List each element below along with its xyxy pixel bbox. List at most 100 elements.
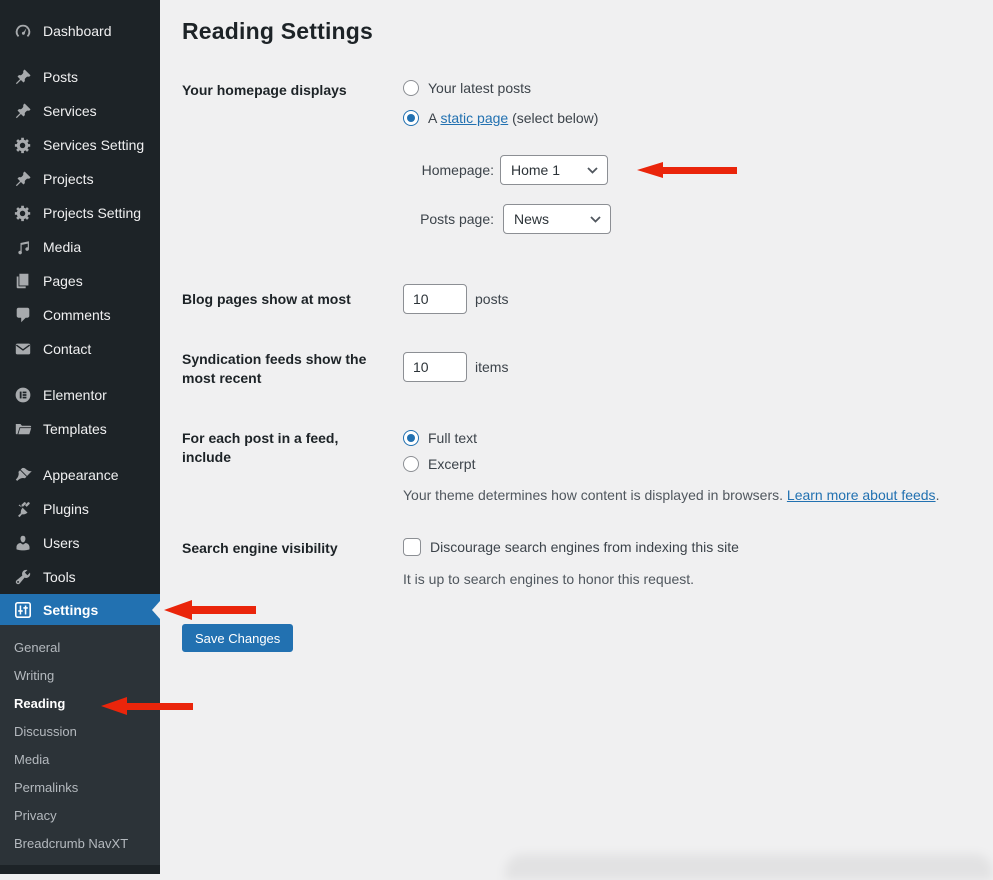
sidebar-item-label: Dashboard xyxy=(43,23,112,39)
feed-note-text: Your theme determines how content is dis… xyxy=(403,487,787,503)
sidebar-item-label: Tools xyxy=(43,569,76,585)
radio-circle-checked[interactable] xyxy=(403,430,419,446)
sidebar-item-label: Posts xyxy=(43,69,78,85)
radio-latest-label[interactable]: Your latest posts xyxy=(428,80,531,96)
radio-full-text[interactable]: Full text xyxy=(403,430,477,446)
radio-excerpt-label[interactable]: Excerpt xyxy=(428,456,475,472)
feed-note: Your theme determines how content is dis… xyxy=(403,487,963,503)
page-title: Reading Settings xyxy=(182,18,373,45)
sidebar-item-elementor[interactable]: Elementor xyxy=(0,378,160,412)
radio-full-label[interactable]: Full text xyxy=(428,430,477,446)
sidebar-item-posts[interactable]: Posts xyxy=(0,60,160,94)
discourage-checkbox[interactable] xyxy=(403,538,421,556)
sidebar-item-label: Services Setting xyxy=(43,137,144,153)
settings-content: Reading Settings Your homepage displays … xyxy=(160,0,993,874)
sidebar-item-label: Plugins xyxy=(43,501,89,517)
bottom-shadow xyxy=(505,854,993,880)
sidebar-item-label: Pages xyxy=(43,273,83,289)
submenu-item-general[interactable]: General xyxy=(0,634,160,662)
sidebar-item-label: Templates xyxy=(43,421,107,437)
pin-icon xyxy=(14,68,32,86)
sidebar-item-contact[interactable]: Contact xyxy=(0,332,160,366)
save-changes-button[interactable]: Save Changes xyxy=(182,624,293,652)
static-suffix: (select below) xyxy=(508,110,598,126)
syndication-input[interactable] xyxy=(403,352,467,382)
plugins-icon xyxy=(14,500,32,518)
blog-pages-label: Blog pages show at most xyxy=(182,290,382,309)
sidebar-item-settings[interactable]: Settings xyxy=(0,594,160,625)
sidebar-item-label: Settings xyxy=(43,602,98,618)
tools-icon xyxy=(14,568,32,586)
homepage-select[interactable]: Home 1 xyxy=(500,155,608,185)
submenu-item-breadcrumb-navxt[interactable]: Breadcrumb NavXT xyxy=(0,830,160,858)
search-visibility-label: Search engine visibility xyxy=(182,539,338,558)
radio-excerpt[interactable]: Excerpt xyxy=(403,456,475,472)
radio-static-page[interactable]: A static page (select below) xyxy=(403,110,598,126)
sidebar-item-label: Users xyxy=(43,535,80,551)
settings-icon xyxy=(14,601,32,619)
sidebar-item-label: Projects Setting xyxy=(43,205,141,221)
media-icon xyxy=(14,238,32,256)
submenu-item-privacy[interactable]: Privacy xyxy=(0,802,160,830)
discourage-label[interactable]: Discourage search engines from indexing … xyxy=(430,539,739,555)
posts-page-select-label: Posts page: xyxy=(340,211,494,227)
sidebar-item-label: Comments xyxy=(43,307,111,323)
sidebar-item-label: Projects xyxy=(43,171,94,187)
sidebar-item-appearance[interactable]: Appearance xyxy=(0,458,160,492)
pages-icon xyxy=(14,272,32,290)
admin-menu: Dashboard Posts Services Services Setting Pr… xyxy=(0,0,160,594)
annotation-arrow-homepage xyxy=(637,162,737,178)
posts-page-select[interactable]: News xyxy=(503,204,611,234)
radio-latest-posts[interactable]: Your latest posts xyxy=(403,80,531,96)
pin-icon xyxy=(14,170,32,188)
appearance-icon xyxy=(14,466,32,484)
templates-icon xyxy=(14,420,32,438)
comments-icon xyxy=(14,306,32,324)
blog-pages-input[interactable] xyxy=(403,284,467,314)
static-page-link[interactable]: static page xyxy=(440,110,508,126)
sidebar-item-dashboard[interactable]: Dashboard xyxy=(0,14,160,48)
learn-more-feeds-link[interactable]: Learn more about feeds xyxy=(787,487,936,503)
dashboard-icon xyxy=(14,22,32,40)
sidebar-item-services[interactable]: Services xyxy=(0,94,160,128)
settings-submenu: GeneralWritingReadingDiscussionMediaPerm… xyxy=(0,625,160,865)
chevron-down-icon xyxy=(587,167,598,174)
search-visibility-note: It is up to search engines to honor this… xyxy=(403,571,694,587)
annotation-arrow-settings xyxy=(164,600,256,620)
submenu-item-discussion[interactable]: Discussion xyxy=(0,718,160,746)
gear-icon xyxy=(14,204,32,222)
syndication-label: Syndication feeds show the most recent xyxy=(182,350,378,388)
sidebar-item-tools[interactable]: Tools xyxy=(0,560,160,594)
annotation-arrow-reading xyxy=(101,697,193,715)
users-icon xyxy=(14,534,32,552)
sidebar-item-label: Services xyxy=(43,103,97,119)
sidebar-item-label: Media xyxy=(43,239,81,255)
posts-page-select-value: News xyxy=(514,211,549,227)
homepage-displays-label: Your homepage displays xyxy=(182,81,347,100)
sidebar-item-plugins[interactable]: Plugins xyxy=(0,492,160,526)
radio-circle[interactable] xyxy=(403,456,419,472)
sidebar-item-label: Elementor xyxy=(43,387,107,403)
sidebar-item-users[interactable]: Users xyxy=(0,526,160,560)
sidebar-item-pages[interactable]: Pages xyxy=(0,264,160,298)
sidebar-item-comments[interactable]: Comments xyxy=(0,298,160,332)
syndication-unit: items xyxy=(475,359,508,375)
sidebar-item-projects-setting[interactable]: Projects Setting xyxy=(0,196,160,230)
submenu-item-media[interactable]: Media xyxy=(0,746,160,774)
radio-circle[interactable] xyxy=(403,80,419,96)
chevron-down-icon xyxy=(590,216,601,223)
homepage-select-value: Home 1 xyxy=(511,162,560,178)
sidebar-item-media[interactable]: Media xyxy=(0,230,160,264)
sidebar-item-templates[interactable]: Templates xyxy=(0,412,160,446)
submenu-item-writing[interactable]: Writing xyxy=(0,662,160,690)
elementor-icon xyxy=(14,386,32,404)
static-prefix: A xyxy=(428,110,440,126)
radio-circle-checked[interactable] xyxy=(403,110,419,126)
sidebar-item-services-setting[interactable]: Services Setting xyxy=(0,128,160,162)
pin-icon xyxy=(14,102,32,120)
sidebar-item-projects[interactable]: Projects xyxy=(0,162,160,196)
submenu-item-permalinks[interactable]: Permalinks xyxy=(0,774,160,802)
discourage-indexing-row[interactable]: Discourage search engines from indexing … xyxy=(403,538,739,556)
current-menu-arrow xyxy=(152,601,160,619)
sidebar-item-label: Contact xyxy=(43,341,91,357)
